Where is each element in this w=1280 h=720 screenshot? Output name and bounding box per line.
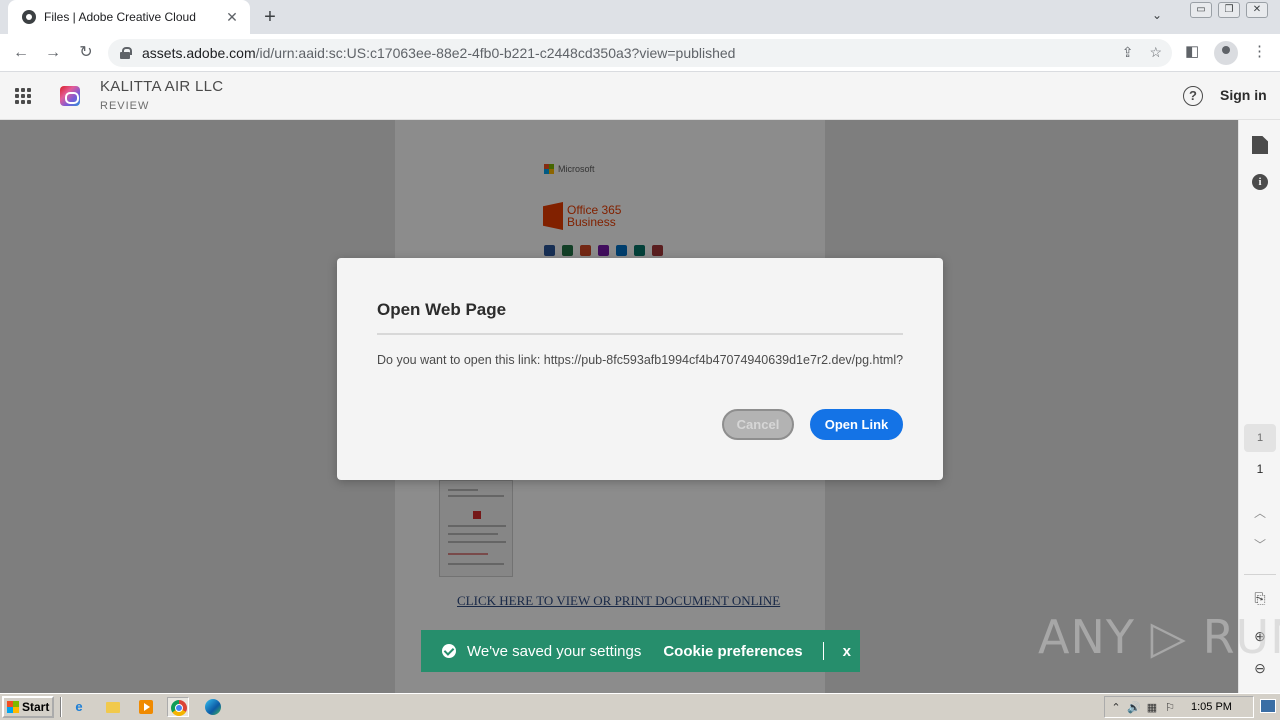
previous-page-icon[interactable]: ︿ — [1252, 504, 1268, 521]
edge-taskbar-icon[interactable] — [202, 697, 224, 717]
app-switcher-icon[interactable] — [15, 88, 31, 104]
restore-button[interactable]: ❐ — [1218, 2, 1240, 18]
chrome-icon — [171, 700, 187, 716]
volume-icon[interactable]: 🔊 — [1127, 701, 1141, 714]
file-explorer-icon[interactable] — [102, 697, 124, 717]
close-window-button[interactable]: ✕ — [1246, 2, 1268, 18]
viewer-right-rail: i 1 1 ︿ ﹀ ⎘ ⊕ ⊖ — [1238, 120, 1280, 693]
show-desktop-icon[interactable] — [1260, 699, 1276, 713]
url-path: /id/urn:aaid:sc:US:c17063ee-88e2-4fb0-b2… — [255, 45, 736, 61]
dialog-message: Do you want to open this link: https://p… — [377, 353, 904, 367]
total-pages: 1 — [1256, 462, 1264, 476]
start-button[interactable]: Start — [2, 696, 54, 718]
side-panel-icon[interactable]: ◧ — [1185, 42, 1199, 60]
share-icon[interactable]: ⇪ — [1122, 44, 1134, 61]
screen: Files | Adobe Creative Cloud ✕ + ⌄ ▭ ❐ ✕… — [0, 0, 1280, 720]
windows-flag-icon — [7, 701, 19, 713]
page-fit-icon[interactable]: ⎘ — [1252, 590, 1268, 606]
dialog-title: Open Web Page — [377, 300, 507, 319]
minimize-button[interactable]: ▭ — [1190, 2, 1212, 18]
clock[interactable]: 1:05 PM — [1191, 701, 1232, 713]
tab-search-icon[interactable]: ⌄ — [1152, 8, 1162, 22]
reload-button[interactable]: ↻ — [75, 42, 97, 64]
new-tab-button[interactable]: + — [258, 6, 282, 28]
sign-in-link[interactable]: Sign in — [1220, 87, 1267, 103]
browser-menu-icon[interactable]: ⋮ — [1252, 42, 1267, 60]
company-title: KALITTA AIR LLC — [100, 78, 224, 95]
browser-tab[interactable]: Files | Adobe Creative Cloud ✕ — [8, 0, 250, 34]
browser-toolbar: ← → ↻ assets.adobe.com/id/urn:aaid:sc:US… — [0, 34, 1280, 72]
taskbar-separator — [60, 697, 62, 717]
internet-explorer-icon[interactable]: e — [68, 697, 90, 717]
chrome-taskbar-icon[interactable] — [167, 697, 189, 717]
checkmark-icon — [442, 644, 456, 658]
media-player-icon[interactable] — [135, 697, 157, 717]
cancel-button[interactable]: Cancel — [722, 409, 794, 440]
toast-separator — [822, 642, 824, 660]
url-text[interactable]: assets.adobe.com/id/urn:aaid:sc:US:c1706… — [142, 45, 735, 61]
profile-avatar-icon[interactable] — [1214, 41, 1238, 65]
bookmark-star-icon[interactable]: ☆ — [1149, 44, 1162, 61]
action-center-flag-icon[interactable]: ⚐ — [1163, 701, 1177, 714]
toast-close-button[interactable]: x — [843, 643, 851, 660]
windows-taskbar: Start e ⌃ 🔊 ▦ ⚐ 1:05 PM — [0, 693, 1280, 720]
window-controls: ▭ ❐ ✕ — [1190, 2, 1268, 18]
file-icon[interactable] — [1252, 136, 1268, 154]
toast-message: We've saved your settings — [467, 642, 642, 660]
current-page-input[interactable]: 1 — [1244, 424, 1276, 452]
system-tray: ⌃ 🔊 ▦ ⚐ 1:05 PM — [1104, 696, 1254, 718]
start-label: Start — [22, 700, 50, 714]
review-subtitle: REVIEW — [100, 100, 150, 112]
tab-close-icon[interactable]: ✕ — [224, 9, 240, 26]
edge-icon — [205, 699, 221, 715]
tab-title: Files | Adobe Creative Cloud — [44, 10, 196, 24]
anyrun-watermark: ANY ▷ RUN — [1038, 610, 1280, 664]
forward-button[interactable]: → — [42, 42, 64, 64]
creative-cloud-logo-icon[interactable] — [60, 86, 80, 106]
rail-divider — [1244, 574, 1276, 575]
lock-icon[interactable] — [120, 47, 132, 59]
next-page-icon[interactable]: ﹀ — [1252, 536, 1268, 553]
address-bar[interactable]: assets.adobe.com/id/urn:aaid:sc:US:c1706… — [108, 39, 1172, 67]
creative-cloud-favicon-icon — [22, 10, 36, 24]
show-hidden-icons-icon[interactable]: ⌃ — [1109, 701, 1123, 714]
open-link-button[interactable]: Open Link — [810, 409, 903, 440]
folder-icon — [106, 702, 120, 713]
cookie-toast: We've saved your settings Cookie prefere… — [421, 630, 860, 672]
info-icon[interactable]: i — [1252, 174, 1268, 190]
help-icon[interactable]: ? — [1183, 86, 1203, 106]
network-icon[interactable]: ▦ — [1145, 701, 1159, 714]
play-icon — [139, 700, 153, 714]
cookie-preferences-link[interactable]: Cookie preferences — [663, 643, 802, 660]
back-button[interactable]: ← — [10, 42, 32, 64]
browser-tab-strip: Files | Adobe Creative Cloud ✕ + ⌄ ▭ ❐ ✕ — [0, 0, 1280, 34]
url-host: assets.adobe.com — [142, 45, 256, 61]
adobe-header: KALITTA AIR LLC REVIEW ? Sign in — [0, 72, 1280, 120]
dialog-divider — [377, 333, 903, 335]
open-web-page-dialog: Open Web Page Do you want to open this l… — [337, 258, 943, 480]
omnibox-actions: ⇪ ☆ — [1122, 44, 1162, 61]
